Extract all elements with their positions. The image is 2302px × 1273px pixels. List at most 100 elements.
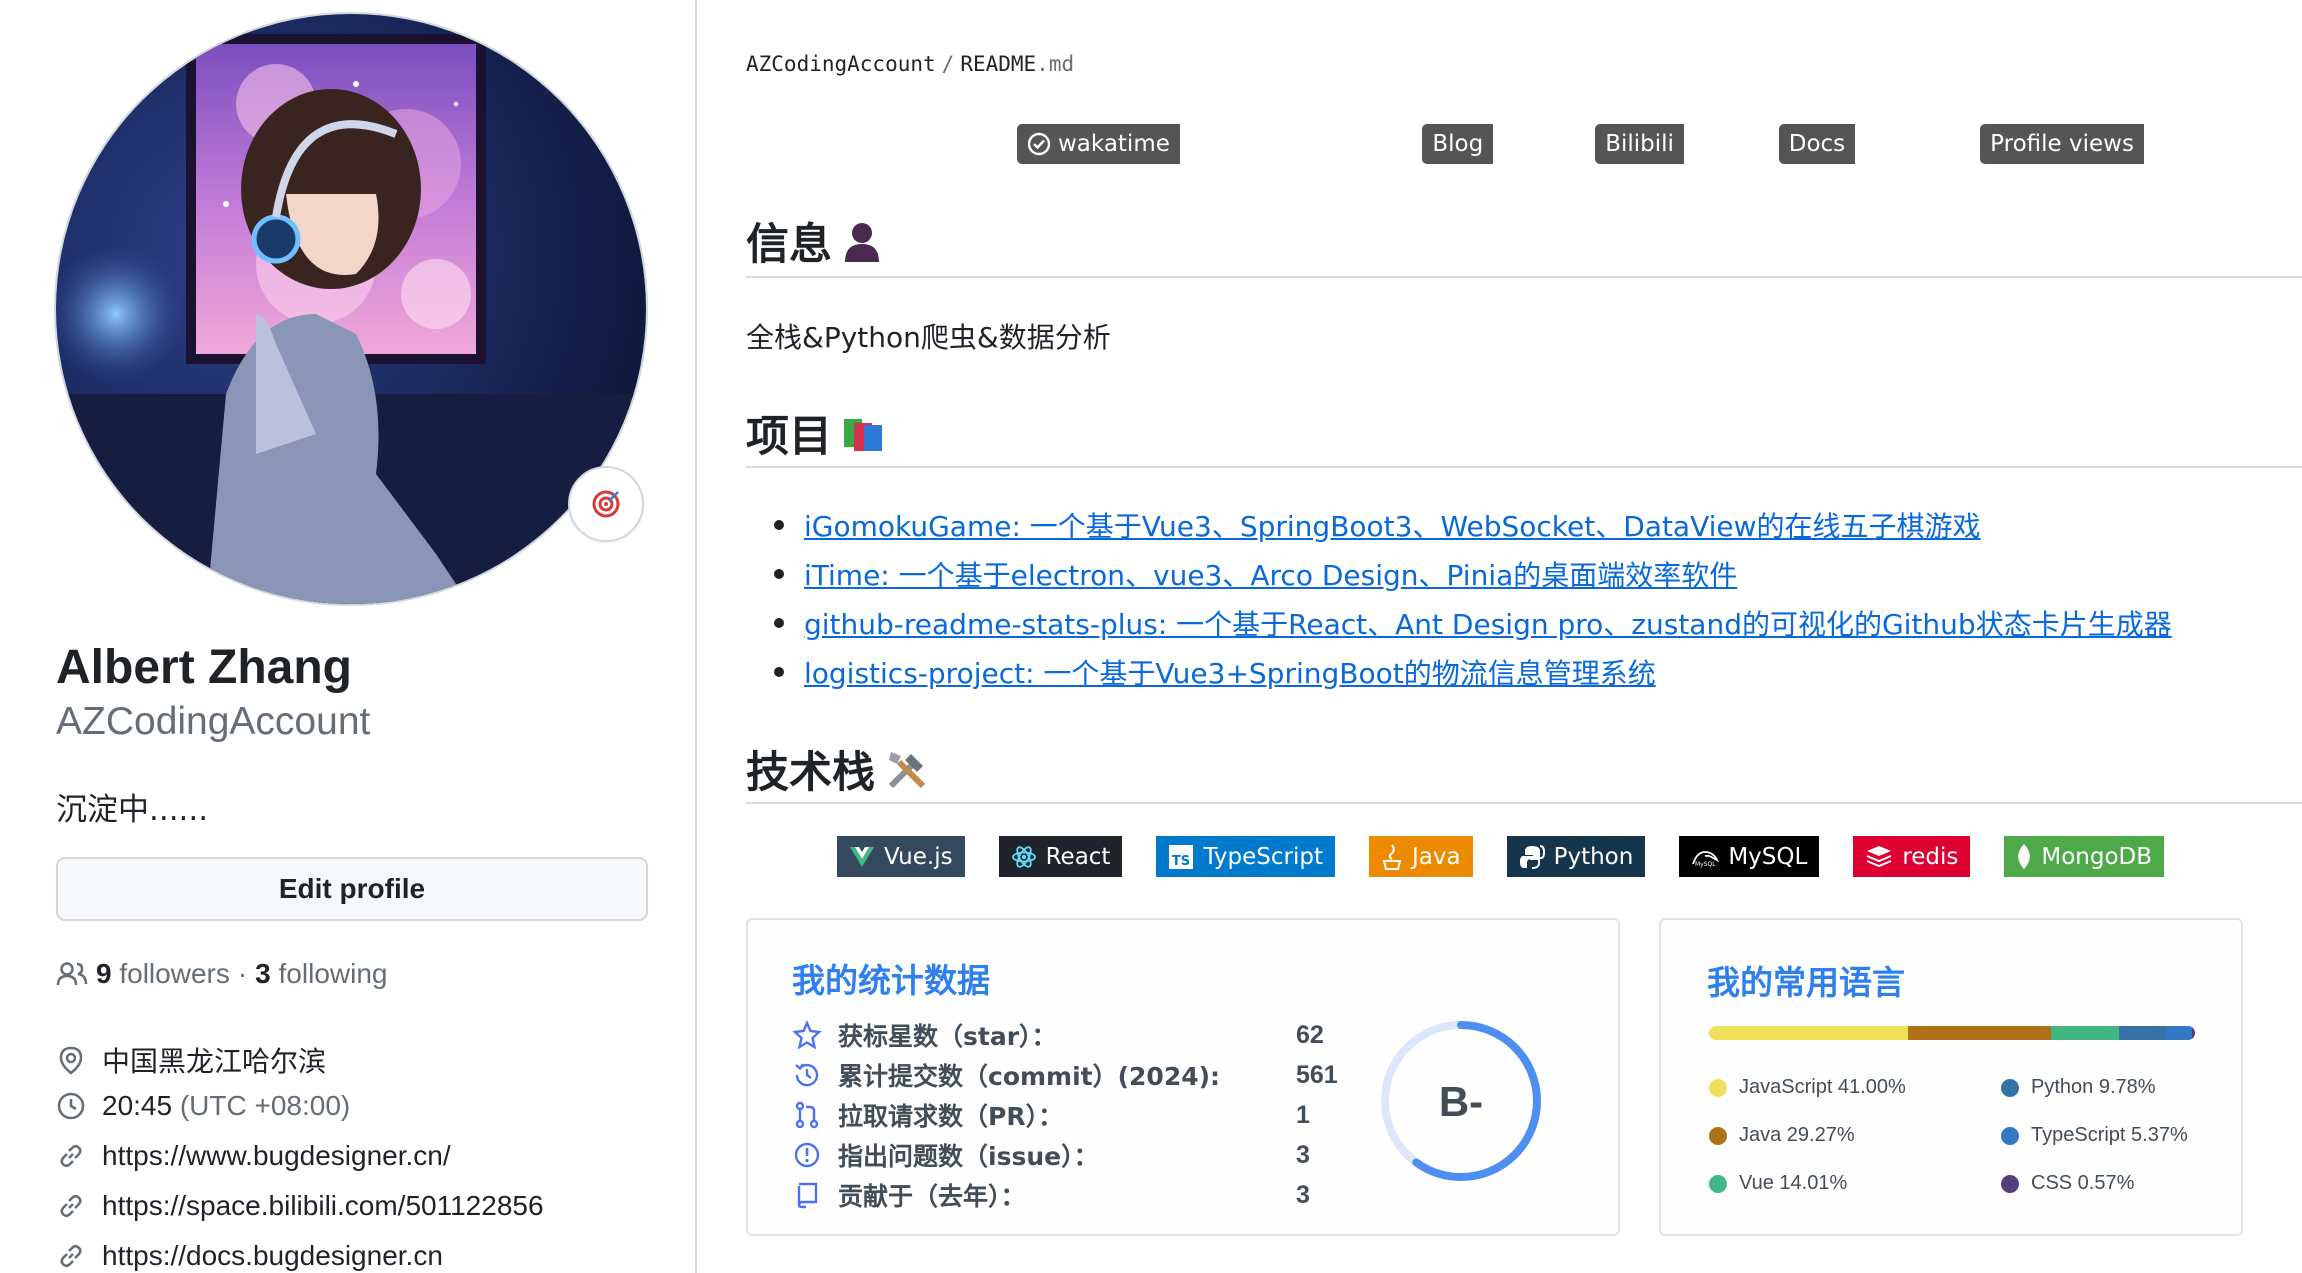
redis-icon xyxy=(1866,845,1892,867)
stat-value: 62 xyxy=(1296,1020,1324,1049)
breadcrumb: AZCodingAccount / README.md xyxy=(746,52,1074,76)
profile-bio: 沉淀中...... xyxy=(56,792,209,828)
history-icon xyxy=(795,1063,819,1087)
language-dot xyxy=(2001,1126,2019,1145)
python-badge[interactable]: Python xyxy=(1506,836,1646,877)
heading-rule xyxy=(746,276,2302,278)
svg-text:MySQL: MySQL xyxy=(1695,861,1716,868)
rank-grade: B- xyxy=(1439,1078,1483,1125)
language-bar-segment xyxy=(1709,1026,1909,1040)
books-icon xyxy=(844,419,882,451)
people-icon xyxy=(56,962,88,986)
projects-heading: 项目 xyxy=(746,402,886,464)
language-dot xyxy=(2001,1078,2019,1097)
language-dot xyxy=(1709,1078,1727,1097)
stack-heading: 技术栈 xyxy=(746,738,929,800)
language-bar-segment xyxy=(1908,1026,2051,1040)
react-icon xyxy=(1011,845,1036,868)
language-bar-segment xyxy=(2050,1026,2119,1040)
language-item: CSS 0.57% xyxy=(2001,1172,2134,1195)
following-link[interactable]: 3 following xyxy=(255,958,387,990)
repo-icon xyxy=(797,1182,818,1209)
issue-icon xyxy=(794,1142,820,1168)
language-bar-segment xyxy=(2118,1026,2167,1040)
local-time-row: 20:45 (UTC +08:00) xyxy=(56,1090,350,1122)
stat-row-issues: 指出问题数（issue）： xyxy=(792,1135,1099,1175)
readme-panel: AZCodingAccount / README.md wakatime 154 h… xyxy=(746,0,2302,1273)
link-icon xyxy=(60,1244,82,1268)
languages-card-title: 我的常用语言 xyxy=(1707,963,1905,1002)
stat-value: 561 xyxy=(1296,1060,1338,1089)
project-link[interactable]: iGomokuGame: 一个基于Vue3、SpringBoot3、WebSoc… xyxy=(804,505,1981,545)
project-link[interactable]: github-readme-stats-plus: 一个基于React、Ant … xyxy=(804,603,2172,643)
timezone: (UTC +08:00) xyxy=(179,1090,351,1121)
wakatime-icon xyxy=(1027,132,1051,156)
typescript-icon: TS xyxy=(1169,844,1194,869)
local-time: 20:45 xyxy=(102,1090,173,1121)
link-row: https://space.bilibili.com/501122856 xyxy=(56,1190,544,1222)
profile-sidebar: Albert Zhang AZCodingAccount 沉淀中...... E… xyxy=(0,0,695,1273)
java-icon xyxy=(1382,843,1402,870)
follow-separator: · xyxy=(237,958,248,989)
language-dot xyxy=(1709,1174,1727,1193)
profile-full-name: Albert Zhang xyxy=(56,641,352,694)
person-icon xyxy=(845,223,879,262)
typescript-badge[interactable]: TS TypeScript xyxy=(1156,836,1335,877)
followers-link[interactable]: 9 followers xyxy=(96,958,230,990)
target-icon xyxy=(592,490,620,518)
blog-badge[interactable]: Blog 博客 xyxy=(1422,124,1559,164)
avatar-illustration xyxy=(56,14,646,604)
redis-badge[interactable]: redis xyxy=(1853,836,1971,877)
docs-link[interactable]: https://docs.bugdesigner.cn xyxy=(102,1240,443,1272)
stat-row-stars: 获标星数（star）： xyxy=(792,1015,1057,1055)
profile-views-badge[interactable]: Profile views 1K xyxy=(1980,124,2194,164)
badge-row: wakatime 154 hrs 34 mins Blog 博客 Bilibil… xyxy=(1017,124,2194,164)
breadcrumb-file: README xyxy=(960,52,1037,76)
edit-profile-button[interactable]: Edit profile xyxy=(56,857,648,921)
java-badge[interactable]: Java xyxy=(1369,836,1473,877)
star-icon xyxy=(792,1020,822,1050)
wakatime-badge[interactable]: wakatime 154 hrs 34 mins xyxy=(1017,124,1386,164)
leaf-icon xyxy=(2018,843,2031,869)
svg-text:TS: TS xyxy=(1172,854,1190,869)
list-item: iGomokuGame: 一个基于Vue3、SpringBoot3、WebSoc… xyxy=(774,500,2172,549)
bilibili-badge[interactable]: Bilibili B站 xyxy=(1595,124,1743,164)
heading-rule xyxy=(746,802,2302,804)
language-bar xyxy=(1709,1026,2195,1040)
profile-login: AZCodingAccount xyxy=(56,700,371,743)
stats-card-title: 我的统计数据 xyxy=(792,961,990,1000)
mysql-badge[interactable]: MySQL MySQL xyxy=(1679,836,1820,877)
avatar[interactable] xyxy=(54,12,648,606)
stat-value: 1 xyxy=(1296,1100,1310,1129)
link-icon xyxy=(60,1194,82,1218)
stat-row-prs: 拉取请求数（PR）： xyxy=(792,1095,1063,1135)
bilibili-link[interactable]: https://space.bilibili.com/501122856 xyxy=(102,1190,544,1222)
list-item: iTime: 一个基于electron、vue3、Arco Design、Pin… xyxy=(774,549,2172,598)
heading-rule xyxy=(746,466,2302,468)
status-button[interactable] xyxy=(568,466,644,542)
breadcrumb-repo[interactable]: AZCodingAccount xyxy=(746,52,936,76)
vue-badge[interactable]: Vue.js xyxy=(837,836,965,877)
stat-row-commits: 累计提交数（commit）(2024): xyxy=(792,1055,1220,1095)
clock-icon xyxy=(57,1092,85,1120)
stat-row-contributed: 贡献于（去年）： xyxy=(792,1175,1026,1215)
website-link[interactable]: https://www.bugdesigner.cn/ xyxy=(102,1140,451,1172)
vue-icon xyxy=(850,846,874,867)
language-item: TypeScript 5.37% xyxy=(2001,1124,2188,1147)
tools-icon xyxy=(888,752,926,789)
mongodb-badge[interactable]: MongoDB xyxy=(2004,836,2165,877)
language-item: Java 29.27% xyxy=(1709,1124,1855,1147)
location-text: 中国黑龙江哈尔滨 xyxy=(102,1046,327,1077)
pull-request-icon xyxy=(795,1101,819,1129)
link-icon xyxy=(60,1144,82,1168)
follow-stats: 9 followers · 3 following xyxy=(56,958,387,990)
info-text: 全栈&Python爬虫&数据分析 xyxy=(746,321,1111,354)
react-badge[interactable]: React xyxy=(998,836,1123,877)
stats-card: 我的统计数据 获标星数（star）： 62 累计提交数（commit）(2024… xyxy=(746,918,1620,1236)
python-icon xyxy=(1519,844,1545,869)
language-bar-segment xyxy=(2192,1026,2195,1040)
project-link[interactable]: logistics-project: 一个基于Vue3+SpringBoot的物… xyxy=(804,652,1656,692)
project-link[interactable]: iTime: 一个基于electron、vue3、Arco Design、Pin… xyxy=(804,554,1737,594)
docs-badge[interactable]: Docs 文档站 xyxy=(1778,124,1944,164)
breadcrumb-separator: / xyxy=(941,52,955,76)
